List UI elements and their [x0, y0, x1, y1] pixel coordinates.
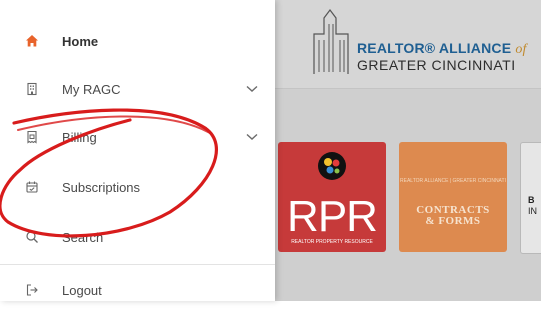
home-icon: [24, 33, 40, 49]
contracts-small-text: REALTOR ALLIANCE | GREATER CINCINNATI: [400, 178, 506, 184]
sidebar-item-label: Subscriptions: [62, 179, 141, 195]
receipt-icon: [24, 129, 40, 145]
contracts-title: CONTRACTS & FORMS: [416, 204, 490, 227]
rpr-title: RPR: [287, 192, 378, 241]
rpr-tile[interactable]: RPR REALTOR PROPERTY RESOURCE: [278, 142, 386, 252]
building-icon: [24, 81, 40, 97]
sidebar-item-subscriptions[interactable]: Subscriptions: [0, 163, 275, 211]
chevron-down-icon[interactable]: [245, 82, 259, 96]
sidebar-item-billing[interactable]: Billing: [0, 113, 275, 161]
calendar-icon: [24, 179, 40, 195]
logo-text-primary: REALTOR® ALLIANCE of: [357, 40, 527, 57]
rpr-subtitle: REALTOR PROPERTY RESOURCE: [291, 239, 373, 245]
logo-text-secondary: GREATER CINCINNATI: [357, 57, 516, 73]
sidebar-nav: Home My RAGC Billing Subscriptions Searc…: [0, 0, 275, 301]
sidebar-item-label: Home: [62, 33, 99, 49]
sidebar-item-label: Search: [62, 229, 104, 245]
sidebar-item-label: Billing: [62, 129, 97, 145]
sidebar-item-label: My RAGC: [62, 81, 121, 97]
divider: [0, 264, 275, 265]
logout-icon: [24, 282, 40, 298]
contracts-forms-tile[interactable]: REALTOR ALLIANCE | GREATER CINCINNATI CO…: [399, 142, 507, 252]
rpr-logo-icon: [318, 152, 346, 180]
sidebar-item-logout[interactable]: Logout: [0, 266, 275, 314]
main-content: REALTOR® ALLIANCE of GREATER CINCINNATI …: [275, 0, 541, 301]
sidebar-item-search[interactable]: Search: [0, 213, 275, 261]
sidebar-item-label: Logout: [62, 282, 102, 298]
logo-building-icon: [313, 9, 349, 74]
sidebar-item-my-ragc[interactable]: My RAGC: [0, 65, 275, 113]
search-icon: [24, 229, 40, 245]
third-tile[interactable]: B IN: [520, 142, 541, 254]
site-header: REALTOR® ALLIANCE of GREATER CINCINNATI: [275, 0, 541, 89]
sidebar-item-home[interactable]: Home: [0, 17, 275, 65]
third-tile-title: B IN: [528, 195, 537, 216]
chevron-down-icon[interactable]: [245, 130, 259, 144]
